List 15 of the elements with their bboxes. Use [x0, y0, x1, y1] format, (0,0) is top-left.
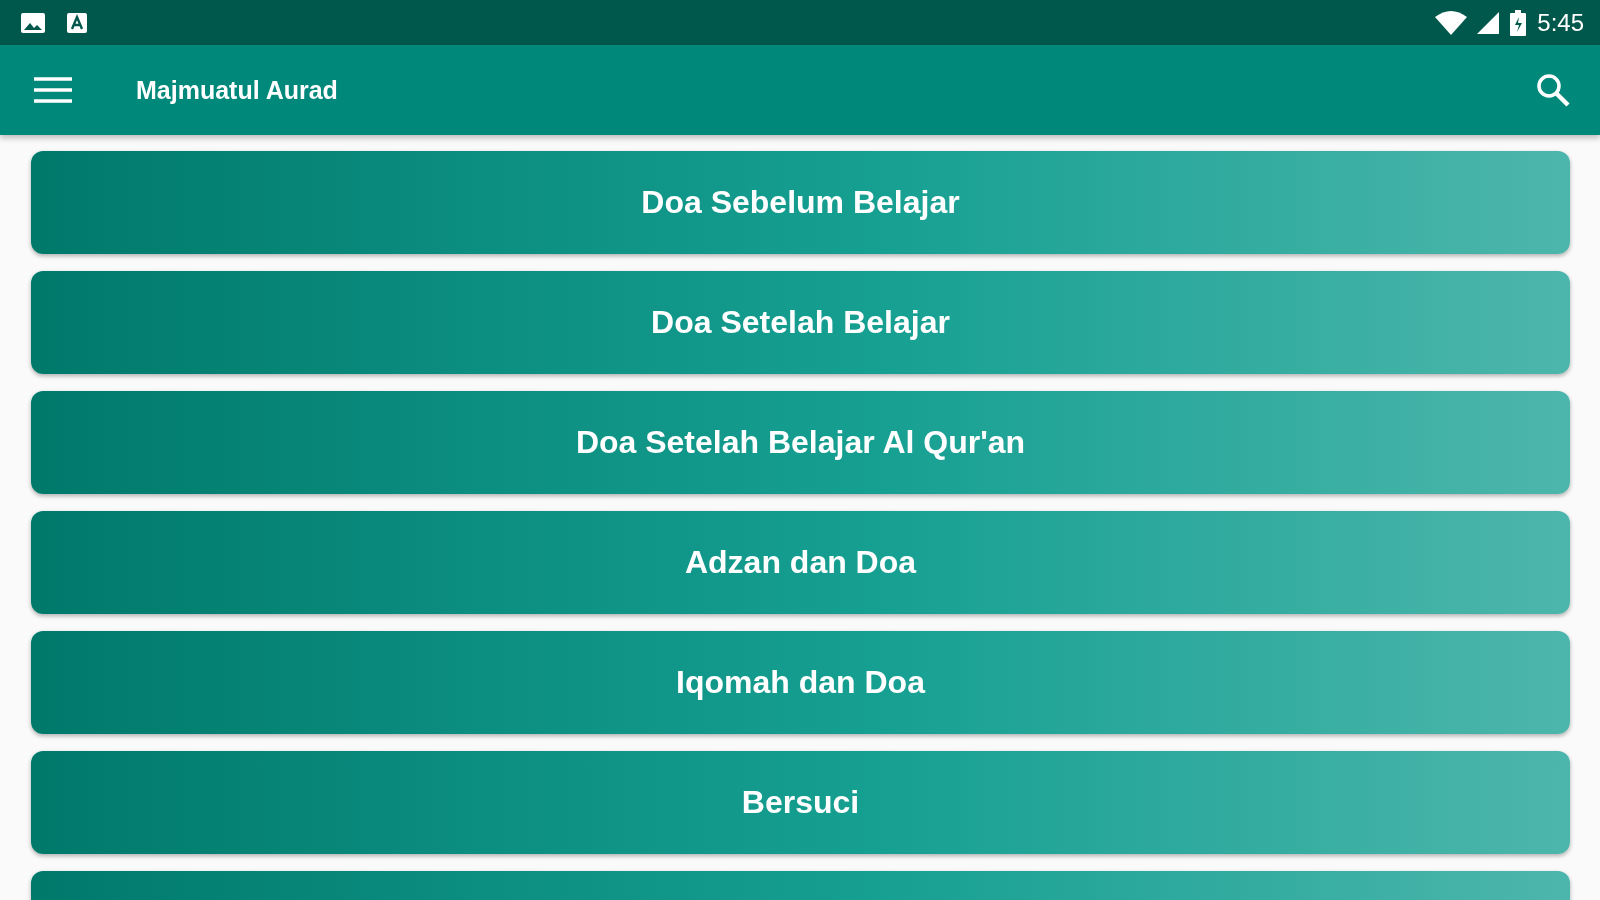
app-title: Majmuatul Aurad [136, 75, 339, 105]
signal-icon [1477, 11, 1500, 34]
battery-icon [1509, 9, 1528, 36]
list-item-button[interactable]: Adzan dan Doa [31, 511, 1570, 614]
list-item-button[interactable]: Bersuci [31, 751, 1570, 854]
menu-icon[interactable] [34, 76, 72, 104]
notification-icon [66, 11, 88, 34]
list-item-button[interactable]: Doa Setelah Belajar [31, 271, 1570, 374]
list-item-button[interactable]: Iqomah dan Doa [31, 631, 1570, 734]
list-item-button[interactable]: Doa Setelah Belajar Al Qur'an [31, 391, 1570, 494]
status-time: 5:45 [1537, 8, 1584, 37]
wifi-icon [1435, 10, 1468, 35]
image-notification-icon [20, 11, 46, 34]
search-icon[interactable] [1536, 73, 1570, 107]
list-item-button[interactable]: Doa Sebelum Belajar [31, 151, 1570, 254]
